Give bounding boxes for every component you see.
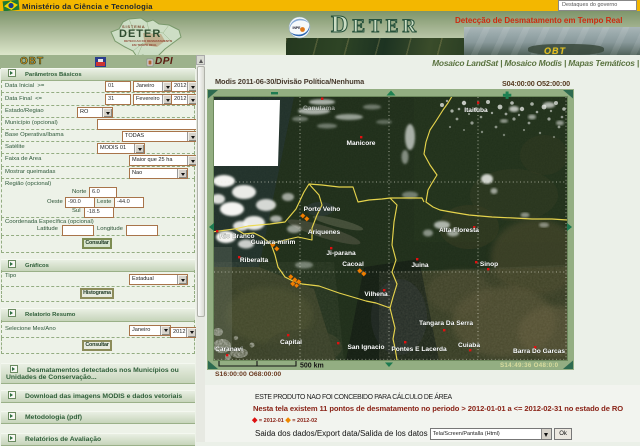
- svg-text:INPE: INPE: [293, 26, 302, 30]
- svg-text:500 km: 500 km: [300, 362, 324, 369]
